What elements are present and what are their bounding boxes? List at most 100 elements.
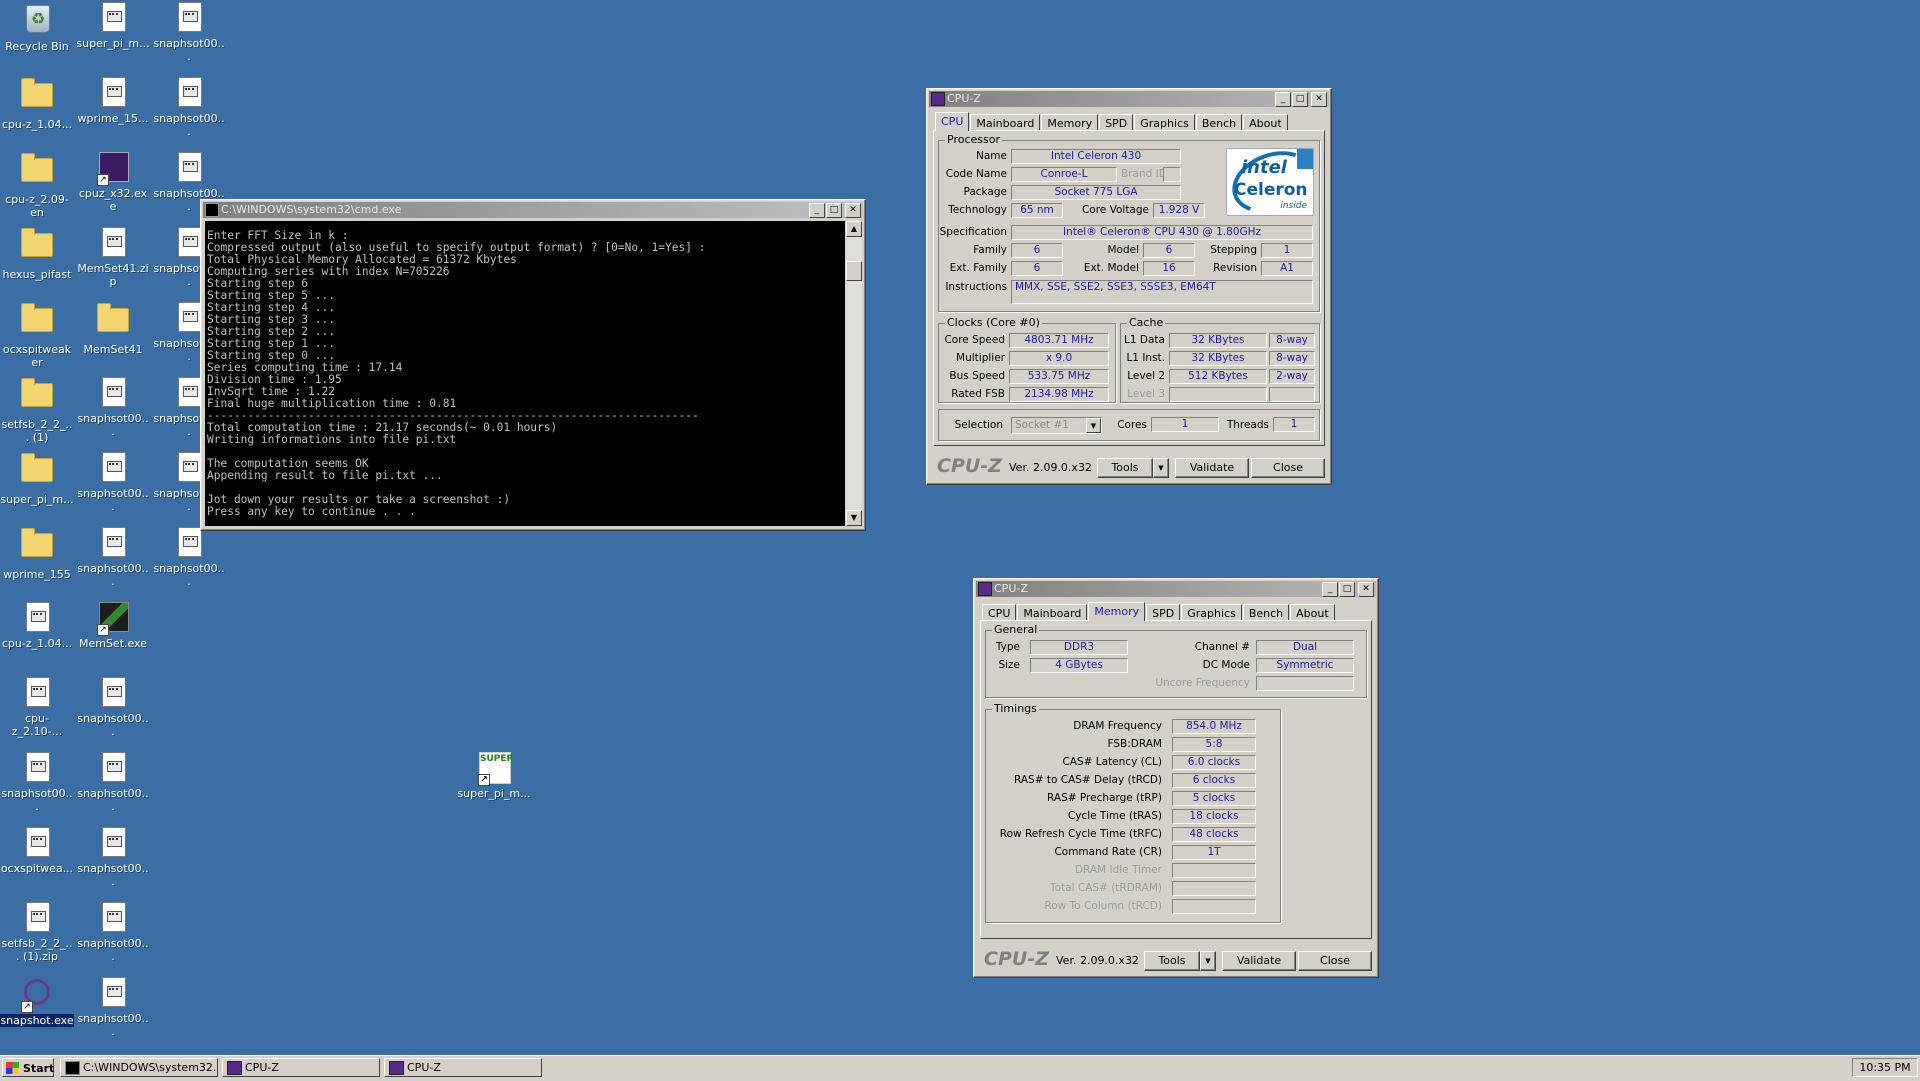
desktop-icon[interactable]: wprime_155 bbox=[0, 527, 74, 581]
tools-dropdown-button[interactable]: ▼ bbox=[1200, 951, 1216, 971]
tab-mainboard[interactable]: Mainboard bbox=[1017, 604, 1088, 621]
taskbar-button-cpuz-2[interactable]: CPU-Z bbox=[384, 1058, 542, 1077]
desktop-icon[interactable]: snaphsot00... bbox=[76, 677, 150, 738]
close-app-button[interactable]: Close bbox=[1251, 458, 1325, 478]
cas-latency-value: 6.0 clocks bbox=[1172, 755, 1256, 770]
minimize-button[interactable]: _ bbox=[1322, 582, 1338, 597]
validate-button[interactable]: Validate bbox=[1175, 458, 1249, 478]
validate-button[interactable]: Validate bbox=[1222, 951, 1296, 971]
desktop-icon-label: snaphsot00... bbox=[77, 487, 149, 513]
tools-button[interactable]: Tools bbox=[1144, 951, 1200, 971]
row-to-column-label: Row To Column (tRCD) bbox=[1044, 900, 1162, 912]
cmd-window-icon bbox=[205, 203, 219, 217]
tab-spd[interactable]: SPD bbox=[1146, 604, 1181, 621]
close-button[interactable]: ✕ bbox=[1311, 92, 1327, 107]
taskbar-button-cmd[interactable]: C:\WINDOWS\system32... bbox=[60, 1058, 218, 1077]
minimize-button[interactable]: _ bbox=[1275, 92, 1291, 107]
maximize-button[interactable]: □ bbox=[826, 203, 842, 218]
tab-cpu[interactable]: CPU bbox=[982, 604, 1017, 621]
minimize-button[interactable]: _ bbox=[809, 203, 825, 218]
desktop-icon[interactable]: MemSet.exe bbox=[76, 602, 150, 650]
desktop-icon[interactable]: ocxspitwea... bbox=[0, 827, 74, 875]
desktop-icon[interactable]: snapshot.exe bbox=[0, 977, 74, 1027]
tools-button[interactable]: Tools bbox=[1097, 458, 1153, 478]
socket-select[interactable]: Socket #1 ▼ bbox=[1011, 417, 1102, 434]
desktop-icon[interactable]: snaphsot00... bbox=[76, 752, 150, 813]
tab-graphics[interactable]: Graphics bbox=[1134, 114, 1195, 131]
desktop-icon[interactable]: super_pi_m... bbox=[76, 2, 150, 50]
desktop-icon[interactable]: setfsb_2_2_... (1) bbox=[0, 377, 74, 444]
console-output[interactable]: Enter FFT Size in k : Compressed output (… bbox=[205, 221, 845, 526]
desktop-icon[interactable]: cpu-z_1.04... bbox=[0, 602, 74, 650]
cpuz-cpu-window[interactable]: CPU-Z _ □ ✕ CPU Mainboard Memory SPD Graphic… bbox=[926, 88, 1332, 485]
tab-about[interactable]: About bbox=[1290, 604, 1335, 621]
tab-bench[interactable]: Bench bbox=[1195, 114, 1243, 131]
tab-memory[interactable]: Memory bbox=[1088, 602, 1146, 621]
desktop-icon[interactable]: ♻ Recycle Bin bbox=[0, 2, 74, 53]
desktop-icon[interactable]: MemSet41 bbox=[76, 302, 150, 356]
core-voltage-label: Core Voltage bbox=[1081, 204, 1149, 216]
cpuz-logo: CPU-Z bbox=[937, 455, 1002, 477]
desktop-icon[interactable]: super_pi_m... bbox=[0, 452, 74, 506]
cmd-window[interactable]: C:\WINDOWS\system32\cmd.exe _ □ ✕ Enter … bbox=[200, 199, 866, 531]
tab-bench[interactable]: Bench bbox=[1242, 604, 1290, 621]
close-button[interactable]: ✕ bbox=[845, 203, 861, 218]
desktop-icon[interactable]: snaphsot00... bbox=[152, 527, 226, 588]
desktop-icon[interactable]: wprime_15... bbox=[76, 77, 150, 125]
dc-mode-label: DC Mode bbox=[1202, 659, 1250, 671]
cpuz-app-icon bbox=[931, 92, 945, 106]
desktop-icon[interactable]: snaphsot00... bbox=[76, 827, 150, 888]
file-icon bbox=[97, 902, 129, 934]
desktop-icon[interactable]: ocxspitweaker bbox=[0, 302, 74, 369]
scroll-down-button[interactable]: ▼ bbox=[846, 510, 862, 526]
family-label: Family bbox=[973, 244, 1007, 256]
level3-label: Level 3 bbox=[1127, 388, 1165, 400]
desktop-icon[interactable]: snaphsot00... bbox=[76, 377, 150, 438]
desktop-icon[interactable]: snaphsot00... bbox=[152, 2, 226, 63]
level2-value: 512 KBytes bbox=[1169, 369, 1267, 384]
scroll-up-button[interactable]: ▲ bbox=[846, 221, 862, 237]
desktop-icon[interactable]: setfsb_2_2_... (1).zip bbox=[0, 902, 74, 963]
close-app-button[interactable]: Close bbox=[1298, 951, 1372, 971]
close-button[interactable]: ✕ bbox=[1358, 582, 1374, 597]
cpuz-titlebar[interactable]: CPU-Z _ □ ✕ bbox=[929, 91, 1329, 107]
tab-about[interactable]: About bbox=[1243, 114, 1288, 131]
desktop-icon[interactable]: cpu-z_2.09-en bbox=[0, 152, 74, 219]
tab-mainboard[interactable]: Mainboard bbox=[970, 114, 1041, 131]
system-clock[interactable]: 10:35 PM bbox=[1852, 1058, 1918, 1077]
start-button[interactable]: Start bbox=[2, 1058, 54, 1077]
cpuz-app-icon bbox=[978, 582, 992, 596]
general-group: General Type DDR3 Size 4 GBytes Channel … bbox=[985, 623, 1367, 698]
desktop-icon[interactable]: cpu-z_2.10-... bbox=[0, 677, 74, 738]
cpuz-titlebar[interactable]: CPU-Z _ □ ✕ bbox=[976, 581, 1376, 597]
tab-graphics[interactable]: Graphics bbox=[1181, 604, 1242, 621]
desktop-icon[interactable]: snaphsot00... bbox=[76, 452, 150, 513]
chevron-down-icon[interactable]: ▼ bbox=[1086, 418, 1101, 433]
desktop-icon[interactable]: cpu-z_1.04... bbox=[0, 77, 74, 131]
cmd-titlebar[interactable]: C:\WINDOWS\system32\cmd.exe _ □ ✕ bbox=[203, 202, 863, 218]
tab-spd[interactable]: SPD bbox=[1099, 114, 1134, 131]
desktop-icon[interactable]: snaphsot00... bbox=[76, 977, 150, 1038]
maximize-button[interactable]: □ bbox=[1292, 92, 1308, 107]
desktop-icon[interactable]: SUPER super_pi_m... bbox=[457, 752, 531, 800]
tab-memory[interactable]: Memory bbox=[1041, 114, 1099, 131]
console-line: Appending result to file pi.txt ... bbox=[207, 469, 443, 482]
desktop-icon[interactable]: snaphsot00... bbox=[0, 752, 74, 813]
desktop-icon[interactable]: hexus_pifast bbox=[0, 227, 74, 281]
desktop-icon[interactable]: snaphsot00... bbox=[152, 77, 226, 138]
desktop-icon[interactable]: cpuz_x32.exe bbox=[76, 152, 150, 213]
scroll-thumb[interactable] bbox=[846, 261, 862, 281]
tab-cpu[interactable]: CPU bbox=[935, 112, 970, 131]
desktop-icon[interactable]: MemSet41.zip bbox=[76, 227, 150, 288]
cores-label: Cores bbox=[1117, 419, 1147, 431]
desktop-icon[interactable]: snaphsot00... bbox=[76, 527, 150, 588]
taskbar-button-cpuz-1[interactable]: CPU-Z bbox=[222, 1058, 380, 1077]
cmd-scrollbar[interactable]: ▲ ▼ bbox=[846, 221, 862, 526]
tools-dropdown-button[interactable]: ▼ bbox=[1153, 458, 1169, 478]
desktop-icon[interactable]: snaphsot00... bbox=[76, 902, 150, 963]
cpuz-memory-window[interactable]: CPU-Z _ □ ✕ CPU Mainboard Memory SPD Graphic… bbox=[973, 578, 1379, 978]
maximize-button[interactable]: □ bbox=[1339, 582, 1355, 597]
desktop-icon-label: cpuz_x32.exe bbox=[78, 187, 148, 213]
l1-inst-way: 8-way bbox=[1269, 351, 1315, 366]
desktop-icon-label: snaphsot00... bbox=[77, 1012, 149, 1038]
